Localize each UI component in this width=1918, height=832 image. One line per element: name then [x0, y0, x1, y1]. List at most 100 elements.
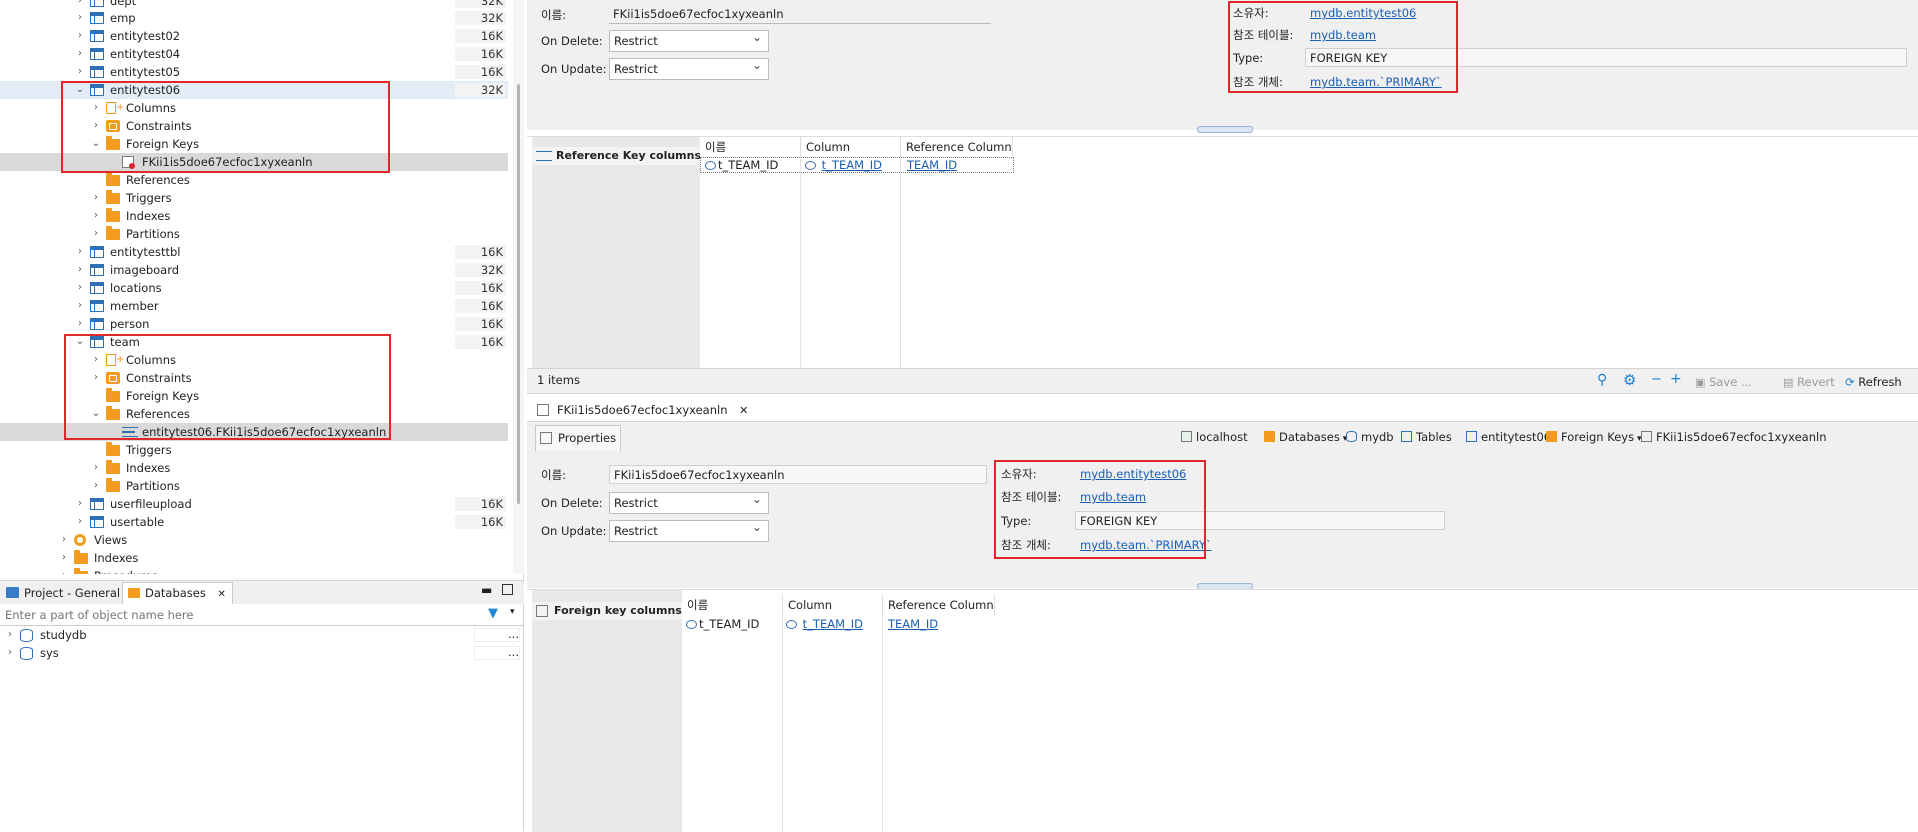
- tree-item[interactable]: › entitytest04 16K: [0, 45, 508, 63]
- tree-item[interactable]: › Columns: [0, 351, 508, 369]
- tree-item[interactable]: References: [0, 171, 508, 189]
- chevron-right-icon[interactable]: ›: [90, 117, 102, 135]
- tree-item[interactable]: › Indexes: [0, 207, 508, 225]
- breadcrumb-item[interactable]: localhost: [1181, 427, 1248, 447]
- tree-item[interactable]: › entitytesttbl 16K: [0, 243, 508, 261]
- tree-item[interactable]: › Partitions: [0, 477, 508, 495]
- chevron-down-icon[interactable]: ⌄: [74, 333, 86, 351]
- gear-icon[interactable]: ⚙: [1623, 371, 1636, 389]
- list-item[interactable]: › studydb ...: [0, 626, 520, 644]
- chevron-right-icon[interactable]: ›: [74, 495, 86, 513]
- fk-name-field[interactable]: FKii1is5doe67ecfoc1xyxeanln: [609, 5, 991, 24]
- tree-item[interactable]: Triggers: [0, 441, 508, 459]
- ref-object-link[interactable]: mydb.team.`PRIMARY`: [1080, 536, 1212, 554]
- chevron-right-icon[interactable]: ›: [74, 297, 86, 315]
- tree-item[interactable]: › Columns: [0, 99, 508, 117]
- panel-splitter[interactable]: [1197, 126, 1253, 133]
- tree-item[interactable]: ⌄ Foreign Keys: [0, 135, 508, 153]
- chevron-right-icon[interactable]: ›: [74, 243, 86, 261]
- chevron-right-icon[interactable]: ›: [90, 477, 102, 495]
- tree-item[interactable]: › Procedures: [0, 567, 508, 574]
- breadcrumb-item[interactable]: FKii1is5doe67ecfoc1xyxeanln: [1641, 427, 1827, 447]
- tree-item[interactable]: Foreign Keys: [0, 387, 508, 405]
- chevron-down-icon[interactable]: ⌄: [74, 81, 86, 99]
- tree-item[interactable]: › Triggers: [0, 189, 508, 207]
- breadcrumb-item[interactable]: Foreign Keys ▾: [1546, 427, 1641, 447]
- chevron-right-icon[interactable]: ›: [74, 45, 86, 63]
- chevron-down-icon[interactable]: ⌄: [90, 405, 102, 423]
- table-row[interactable]: t_TEAM_ID t_TEAM_ID TEAM_ID: [700, 157, 1014, 173]
- fk-name-field[interactable]: FKii1is5doe67ecfoc1xyxeanln: [609, 465, 987, 484]
- tree-scrollbar[interactable]: [513, 0, 524, 574]
- table-row[interactable]: t_TEAM_ID t_TEAM_ID TEAM_ID: [682, 616, 996, 632]
- tree-item[interactable]: › userfileupload 16K: [0, 495, 508, 513]
- owner-link[interactable]: mydb.entitytest06: [1310, 4, 1416, 22]
- tree-item[interactable]: › entitytest02 16K: [0, 27, 508, 45]
- chevron-down-icon[interactable]: ▾: [510, 607, 515, 617]
- tree-item[interactable]: › Indexes: [0, 459, 508, 477]
- refresh-button[interactable]: ⟳ Refresh: [1845, 372, 1902, 392]
- column-header[interactable]: Column: [801, 137, 901, 157]
- tree-item[interactable]: › entitytest05 16K: [0, 63, 508, 81]
- column-header[interactable]: Reference Column: [883, 595, 995, 615]
- chevron-right-icon[interactable]: ›: [74, 315, 86, 333]
- on-update-select[interactable]: Restrict: [609, 55, 769, 80]
- save-button[interactable]: ▣ Save ...: [1695, 372, 1752, 392]
- breadcrumb-item[interactable]: mydb: [1346, 427, 1394, 447]
- tree-item[interactable]: › usertable 16K: [0, 513, 508, 531]
- tree-item[interactable]: › Constraints: [0, 117, 508, 135]
- tree-item[interactable]: ⌄ entitytest06 32K: [0, 81, 508, 99]
- close-tab-icon[interactable]: ✕: [739, 404, 748, 417]
- chevron-right-icon[interactable]: ›: [4, 644, 16, 662]
- column-header[interactable]: 이름: [682, 595, 783, 615]
- tree-item[interactable]: › Partitions: [0, 225, 508, 243]
- tree-item[interactable]: entitytest06.FKii1is5doe67ecfoc1xyxeanln: [0, 423, 508, 441]
- tab-databases[interactable]: Databases ✕: [122, 582, 233, 604]
- chevron-right-icon[interactable]: ›: [74, 9, 86, 27]
- tree-item[interactable]: › member 16K: [0, 297, 508, 315]
- tree-item[interactable]: › locations 16K: [0, 279, 508, 297]
- column-header[interactable]: Column: [783, 595, 883, 615]
- maximize-icon[interactable]: [502, 584, 513, 595]
- on-delete-select[interactable]: Restrict: [609, 489, 769, 514]
- chevron-right-icon[interactable]: ›: [90, 207, 102, 225]
- chevron-right-icon[interactable]: ›: [90, 99, 102, 117]
- object-filter-input[interactable]: [0, 604, 480, 625]
- breadcrumb-item[interactable]: Tables: [1401, 427, 1452, 447]
- chevron-right-icon[interactable]: ›: [58, 567, 70, 574]
- chevron-right-icon[interactable]: ›: [74, 261, 86, 279]
- on-delete-select[interactable]: Restrict: [609, 27, 769, 52]
- tab-project-general[interactable]: Project - General: [4, 584, 120, 602]
- search-icon[interactable]: ⚲: [1597, 372, 1607, 388]
- chevron-right-icon[interactable]: ›: [74, 63, 86, 81]
- add-row-icon[interactable]: +: [1670, 371, 1682, 387]
- column-header[interactable]: 이름: [700, 137, 801, 157]
- tree-item[interactable]: › imageboard 32K: [0, 261, 508, 279]
- chevron-right-icon[interactable]: ›: [90, 351, 102, 369]
- tree-item[interactable]: FKii1is5doe67ecfoc1xyxeanln: [0, 153, 508, 171]
- chevron-right-icon[interactable]: ›: [58, 531, 70, 549]
- ref-table-link[interactable]: mydb.team: [1080, 488, 1146, 506]
- chevron-right-icon[interactable]: ›: [90, 189, 102, 207]
- chevron-down-icon[interactable]: ⌄: [90, 135, 102, 153]
- chevron-right-icon[interactable]: ›: [90, 369, 102, 387]
- chevron-right-icon[interactable]: ›: [90, 459, 102, 477]
- column-header[interactable]: Reference Column: [901, 137, 1013, 157]
- tree-item[interactable]: › Views: [0, 531, 508, 549]
- editor-tab[interactable]: FKii1is5doe67ecfoc1xyxeanln ✕: [535, 400, 748, 420]
- tab-properties[interactable]: Properties: [535, 425, 622, 451]
- ref-table-link[interactable]: mydb.team: [1310, 26, 1376, 44]
- breadcrumb-item[interactable]: entitytest06: [1466, 427, 1551, 447]
- tree-item[interactable]: › Constraints: [0, 369, 508, 387]
- tree-item[interactable]: › emp 32K: [0, 9, 508, 27]
- chevron-right-icon[interactable]: ›: [74, 513, 86, 531]
- filter-icon[interactable]: ▼: [488, 606, 498, 621]
- chevron-right-icon[interactable]: ›: [74, 27, 86, 45]
- tree-item[interactable]: › Indexes: [0, 549, 508, 567]
- remove-row-icon[interactable]: −: [1651, 372, 1662, 387]
- revert-button[interactable]: ▤ Revert: [1783, 372, 1835, 392]
- ref-object-link[interactable]: mydb.team.`PRIMARY`: [1310, 73, 1442, 91]
- scrollbar-thumb[interactable]: [517, 84, 520, 504]
- breadcrumb-item[interactable]: Databases ▾: [1264, 427, 1347, 447]
- tree-item[interactable]: › person 16K: [0, 315, 508, 333]
